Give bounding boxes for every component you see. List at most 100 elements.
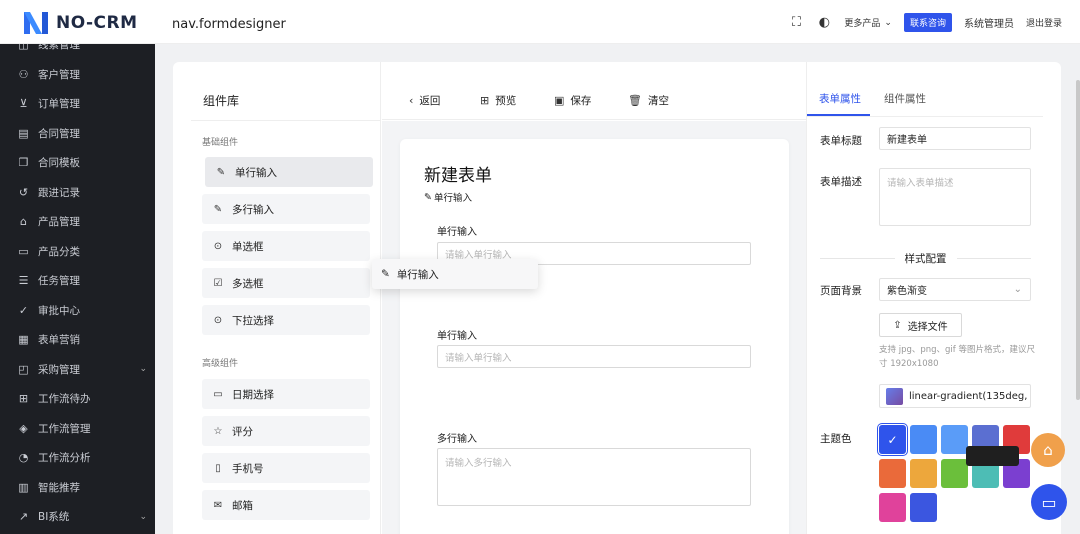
target-icon: ◫	[18, 44, 29, 52]
check-icon: ✓	[887, 432, 898, 447]
component-item[interactable]: ☑ 多选框	[202, 268, 370, 298]
sidebar-item[interactable]: ✓ 审批中心	[0, 296, 155, 326]
sidebar-item-label: 客户管理	[38, 68, 80, 81]
component-item[interactable]: ⊙ 单选框	[202, 231, 370, 261]
theme-color-swatch[interactable]	[910, 493, 937, 522]
users-icon: ⚇	[18, 67, 29, 81]
theme-color-swatch[interactable]	[910, 459, 937, 488]
more-products-label: 更多产品	[844, 19, 881, 29]
form-subtitle: ✎ 单行输入	[424, 190, 472, 205]
component-item[interactable]: ☆ 评分	[202, 416, 370, 446]
sidebar-item[interactable]: ▥ 智能推荐	[0, 473, 155, 503]
tab-form-properties[interactable]: 表单属性	[819, 91, 861, 106]
palette-icon[interactable]: ◐	[816, 15, 832, 31]
sidebar-item[interactable]: ❐ 合同模板	[0, 148, 155, 178]
upload-file-button[interactable]: ⇪ 选择文件	[879, 313, 962, 337]
bag-icon: ◰	[18, 362, 29, 376]
sidebar-item-label: 订单管理	[38, 98, 80, 111]
theme-color-swatch[interactable]	[879, 459, 906, 488]
save-button[interactable]: ▣ 保存	[554, 93, 591, 108]
sidebar-item[interactable]: ◫ 线索管理	[0, 44, 155, 60]
style-section-divider: 样式配置	[820, 251, 1031, 266]
component-item[interactable]: ▯ 手机号	[202, 453, 370, 483]
title-label: 表单标题	[820, 135, 862, 147]
sidebar-item[interactable]: ▭ 产品分类	[0, 237, 155, 267]
component-item-label: 手机号	[232, 462, 264, 475]
component-item[interactable]: ⊙ 下拉选择	[202, 305, 370, 335]
theme-color-swatch[interactable]: ✓	[879, 425, 906, 454]
theme-color-swatch[interactable]	[941, 459, 968, 488]
sidebar-item[interactable]: ↗ BI系统 ⌄	[0, 502, 155, 532]
clear-button[interactable]: 🗑 清空	[628, 93, 669, 108]
theme-color-swatch[interactable]	[910, 425, 937, 454]
brand-name: NO-CRM	[56, 13, 138, 33]
description-label: 表单描述	[820, 176, 862, 188]
sidebar-item[interactable]: ⌂ 产品管理	[0, 207, 155, 237]
pencil-icon: ✎	[216, 166, 226, 178]
form-title: 新建表单	[424, 166, 492, 186]
theme-color-swatch[interactable]	[941, 425, 968, 454]
shopping-bag-icon[interactable]: ⌂	[1031, 433, 1065, 467]
field-label[interactable]: 多行输入	[437, 430, 477, 445]
logout-link[interactable]: 退出登录	[1026, 16, 1062, 29]
back-button[interactable]: ‹ 返回	[409, 93, 440, 108]
contact-button[interactable]: 联系咨询	[903, 13, 952, 32]
folder-icon: ▭	[18, 244, 29, 258]
form-field-input[interactable]: 请输入单行输入	[437, 345, 751, 368]
component-item-label: 多选框	[232, 277, 264, 290]
checkbox-icon: ☑	[213, 277, 223, 289]
preview-button[interactable]: ⊞ 预览	[480, 93, 516, 108]
sidebar-item-label: 表单营销	[38, 334, 80, 347]
tab-component-properties[interactable]: 组件属性	[884, 91, 926, 106]
component-library: 组件库 基础组件 ✎ 单行输入 ✎ 多行输入 ⊙ 单选框 ☑ 多选框 ⊙ 下拉选择 高级组件 ▭ 日…	[173, 62, 381, 534]
divider	[191, 120, 381, 121]
form-description-input[interactable]: 请输入表单描述	[879, 168, 1031, 226]
trash-icon: 🗑	[628, 94, 642, 107]
component-item[interactable]: ▭ 日期选择	[202, 379, 370, 409]
theme-color-swatch[interactable]	[879, 493, 906, 522]
cube-icon: ◈	[19, 421, 28, 435]
chevron-down-icon: ⌄	[139, 511, 147, 522]
tooltip	[966, 446, 1019, 466]
brand-logo[interactable]: NO-CRM	[22, 10, 138, 36]
copy-icon: ❐	[18, 156, 29, 170]
sidebar-item[interactable]: ⊞ 工作流待办	[0, 384, 155, 414]
user-name[interactable]: 系统管理员	[964, 15, 1014, 30]
background-select[interactable]: 紫色渐变 ⌄	[879, 278, 1031, 301]
upload-icon: ⇪	[893, 319, 902, 331]
sidebar-item[interactable]: ⚇ 客户管理	[0, 60, 155, 90]
field-label[interactable]: 单行输入	[437, 327, 477, 342]
more-products-menu[interactable]: 更多产品 ⌄	[844, 16, 892, 30]
sidebar-item[interactable]: ☰ 任务管理	[0, 266, 155, 296]
plus-square-icon: ⊞	[18, 392, 29, 406]
sidebar-item[interactable]: ⊻ 订单管理	[0, 89, 155, 119]
sidebar-item-label: 智能推荐	[38, 481, 80, 494]
pencil-icon: ✎	[381, 268, 390, 280]
top-actions: ⛶ ◐ 更多产品 ⌄ 联系咨询 系统管理员 退出登录	[788, 13, 1062, 32]
sidebar-item[interactable]: ↺ 跟进记录	[0, 178, 155, 208]
scrollbar[interactable]	[1076, 80, 1080, 400]
sidebar-item[interactable]: ▦ 表单营销	[0, 325, 155, 355]
dropdown-icon: ⊙	[213, 314, 223, 326]
component-item[interactable]: ✉ 邮箱	[202, 490, 370, 520]
component-item[interactable]: ✎ 单行输入	[205, 157, 373, 187]
component-item[interactable]: ✎ 多行输入	[202, 194, 370, 224]
sidebar: ◫ 线索管理 ⚇ 客户管理 ⊻ 订单管理 ▤ 合同管理 ❐ 合同模板 ↺ 跟进记录 ⌂ 产品管理 ▭ 产品分类…	[0, 44, 155, 534]
sidebar-item[interactable]: ◈ 工作流管理	[0, 414, 155, 444]
sidebar-item[interactable]: ◰ 采购管理 ⌄	[0, 355, 155, 385]
field-label[interactable]: 单行输入	[437, 223, 477, 238]
sidebar-item[interactable]: ◔ 工作流分析	[0, 443, 155, 473]
form-field-textarea[interactable]: 请输入多行输入	[437, 448, 751, 506]
sidebar-item-label: 合同管理	[38, 127, 80, 140]
back-label: 返回	[419, 95, 441, 107]
sidebar-item[interactable]: ▤ 合同管理	[0, 119, 155, 149]
translate-icon[interactable]: ⛶	[788, 15, 804, 31]
drag-ghost-item[interactable]: ✎ 单行输入	[372, 259, 538, 289]
form-title-input[interactable]: 新建表单	[879, 127, 1031, 150]
active-tab-indicator	[807, 114, 870, 116]
upload-hint: 支持 jpg、png、gif 等图片格式，建议尺寸 1920x1080	[879, 345, 1035, 369]
sidebar-item-label: 审批中心	[38, 304, 80, 317]
gradient-input[interactable]: linear-gradient(135deg, #6	[879, 384, 1031, 408]
chat-icon[interactable]: ▭	[1031, 484, 1067, 520]
sidebar-item-label: 产品分类	[38, 245, 80, 258]
